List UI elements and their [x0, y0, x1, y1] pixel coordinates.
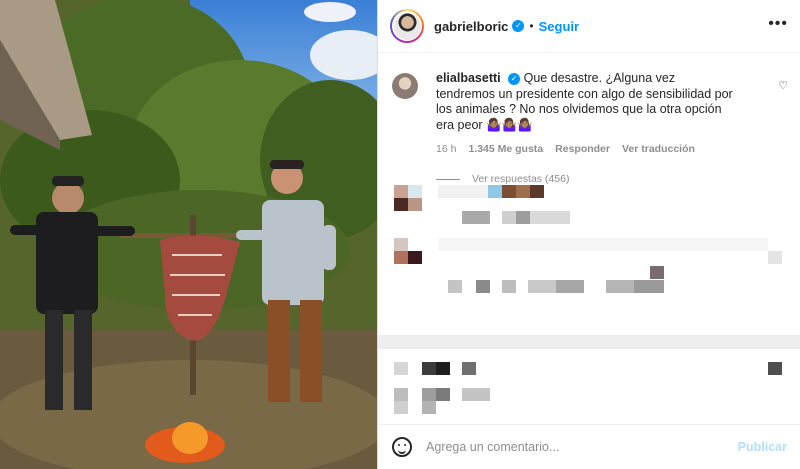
post-photo[interactable] — [0, 0, 377, 469]
post-side-panel: gabrielboric ✓ • Seguir ••• elialbasetti… — [377, 0, 800, 469]
heart-icon[interactable]: ♡ — [778, 79, 788, 92]
commenter-avatar[interactable] — [392, 73, 418, 99]
asado-photo-illustration — [0, 0, 377, 469]
commenter-username[interactable]: elialbasetti — [436, 71, 501, 85]
comment-composer: Publicar — [378, 424, 800, 469]
comment-input[interactable] — [426, 440, 726, 454]
comment-likes[interactable]: 1.345 Me gusta — [468, 143, 543, 155]
instagram-post-window: gabrielboric ✓ • Seguir ••• elialbasetti… — [0, 0, 800, 469]
more-options-icon[interactable]: ••• — [768, 15, 788, 33]
comment-meta: 16 h 1.345 Me gusta Responder Ver traduc… — [436, 143, 764, 155]
publish-button[interactable]: Publicar — [738, 440, 787, 454]
comment-item: elialbasetti ✓ Que desastre. ¿Alguna vez… — [378, 53, 800, 155]
comment-time[interactable]: 16 h — [436, 143, 456, 155]
author-username[interactable]: gabrielboric — [434, 19, 508, 34]
post-header: gabrielboric ✓ • Seguir ••• — [378, 0, 800, 53]
pixelated-comments-area — [378, 180, 800, 424]
follow-button[interactable]: Seguir — [539, 19, 579, 34]
reply-button[interactable]: Responder — [555, 143, 610, 155]
verified-badge-icon: ✓ — [512, 20, 525, 32]
author-avatar[interactable] — [390, 9, 424, 43]
author-avatar-image — [393, 12, 421, 40]
separator-dot: • — [529, 19, 534, 33]
verified-badge-icon: ✓ — [508, 72, 521, 85]
emoji-icon[interactable] — [392, 437, 412, 457]
translate-button[interactable]: Ver traducción — [622, 143, 695, 155]
